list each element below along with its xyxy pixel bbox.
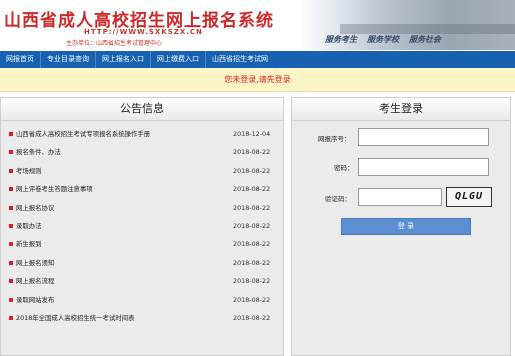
announcement-item[interactable]: 网上报名流程 2018-08-22 — [1, 272, 283, 290]
announcement-item[interactable]: 报名条件、办法 2018-08-22 — [1, 143, 283, 161]
announcement-item[interactable]: 山西省成人高校招生考试专项报名系统操作手册 2018-12-04 — [1, 125, 283, 143]
announcement-item[interactable]: 考场规则 2018-08-22 — [1, 162, 283, 180]
main-nav: 网报首页 专业目录查询 网上报名入口 网上缴费入口 山西省招生考试网 — [0, 51, 515, 68]
announcement-date: 2018-08-22 — [233, 295, 271, 304]
bullet-icon — [9, 150, 13, 155]
bullet-icon — [9, 205, 13, 210]
header-banner: 山西省成人高校招生网上报名系统 HTTP://WWW.SXKSZX.CN 主办单… — [0, 0, 515, 50]
registration-number-label: 网报序号： — [318, 135, 351, 143]
bullet-icon — [9, 223, 13, 228]
sponsor-text: 主办单位：山西省招生考试管理中心 — [66, 40, 163, 47]
announcement-date: 2018-08-22 — [233, 277, 271, 286]
nav-online-payment[interactable]: 网上缴费入口 — [151, 51, 206, 68]
announcement-title[interactable]: 录取网站发布 — [16, 291, 54, 309]
announcement-date: 2018-08-22 — [233, 313, 271, 322]
bullet-icon — [9, 279, 13, 284]
bullet-icon — [9, 168, 13, 173]
banner-photo-detail — [340, 24, 515, 34]
nav-major-catalog[interactable]: 专业目录查询 — [41, 51, 96, 68]
announcement-date: 2018-08-22 — [233, 203, 271, 212]
announcement-title[interactable]: 考场规则 — [16, 162, 42, 180]
announcement-item[interactable]: 2018年全国成人高校招生统一考试时间表 2018-08-22 — [1, 309, 283, 327]
nav-home[interactable]: 网报首页 — [0, 51, 41, 68]
announcement-date: 2018-08-22 — [233, 221, 271, 230]
announcement-date: 2018-08-22 — [233, 166, 271, 175]
registration-number-input[interactable] — [358, 128, 489, 146]
announcements-panel: 公告信息 山西省成人高校招生考试专项报名系统操作手册 2018-12-04 报名… — [0, 97, 284, 356]
bullet-icon — [9, 132, 13, 136]
captcha-image[interactable]: QLGU — [446, 187, 492, 207]
password-label: 密码： — [334, 164, 354, 172]
announcement-date: 2018-08-22 — [233, 258, 271, 267]
announcement-date: 2018-12-04 — [233, 130, 271, 138]
announcement-list: 山西省成人高校招生考试专项报名系统操作手册 2018-12-04 报名条件、办法… — [1, 121, 283, 327]
login-title: 考生登录 — [292, 98, 510, 121]
announcement-title[interactable]: 网上报名协议 — [16, 199, 54, 217]
announcement-title[interactable]: 网上报名须知 — [16, 254, 54, 272]
bullet-icon — [9, 260, 13, 265]
slogan: 服务学校 — [367, 34, 399, 44]
announcements-title: 公告信息 — [1, 98, 283, 121]
site-url: HTTP://WWW.SXKSZX.CN — [84, 28, 203, 36]
captcha-label: 验证码： — [325, 195, 351, 203]
announcement-date: 2018-08-22 — [233, 240, 271, 249]
announcement-item[interactable]: 网上报名须知 2018-08-22 — [1, 254, 283, 272]
bullet-icon — [9, 242, 13, 247]
announcement-title[interactable]: 新生报到 — [16, 235, 42, 253]
announcement-title[interactable]: 2018年全国成人高校招生统一考试时间表 — [16, 309, 135, 327]
announcement-date: 2018-08-22 — [233, 185, 271, 194]
slogan: 服务考生 — [325, 34, 357, 44]
announcement-title[interactable]: 网上评卷考生答题注意事项 — [16, 180, 93, 198]
announcement-item[interactable]: 新生报到 2018-08-22 — [1, 235, 283, 253]
slogan: 服务社会 — [409, 34, 441, 44]
announcement-item[interactable]: 网上评卷考生答题注意事项 2018-08-22 — [1, 180, 283, 198]
nav-exam-website[interactable]: 山西省招生考试网 — [206, 51, 274, 68]
login-notice-text: 您未登录,请先登录 — [224, 75, 291, 84]
login-button[interactable]: 登 录 — [341, 218, 471, 235]
slogans: 服务考生 服务学校 服务社会 — [325, 34, 441, 45]
announcement-title[interactable]: 录取办法 — [16, 217, 42, 235]
bullet-icon — [9, 297, 13, 302]
bullet-icon — [9, 315, 13, 320]
announcement-title[interactable]: 山西省成人高校招生考试专项报名系统操作手册 — [16, 125, 150, 143]
announcement-title[interactable]: 报名条件、办法 — [16, 143, 61, 161]
nav-online-registration[interactable]: 网上报名入口 — [96, 51, 151, 68]
login-panel: 考生登录 网报序号： 密码： 验证码： QLGU 登 录 — [291, 97, 511, 356]
announcement-item[interactable]: 录取办法 2018-08-22 — [1, 217, 283, 235]
announcement-date: 2018-08-22 — [233, 148, 271, 157]
captcha-input[interactable] — [358, 188, 442, 206]
login-notice: 您未登录,请先登录 — [0, 68, 515, 92]
announcement-item[interactable]: 网上报名协议 2018-08-22 — [1, 199, 283, 217]
bullet-icon — [9, 187, 13, 192]
announcement-item[interactable]: 录取网站发布 2018-08-22 — [1, 291, 283, 309]
announcement-title[interactable]: 网上报名流程 — [16, 272, 54, 290]
password-input[interactable] — [358, 158, 489, 176]
